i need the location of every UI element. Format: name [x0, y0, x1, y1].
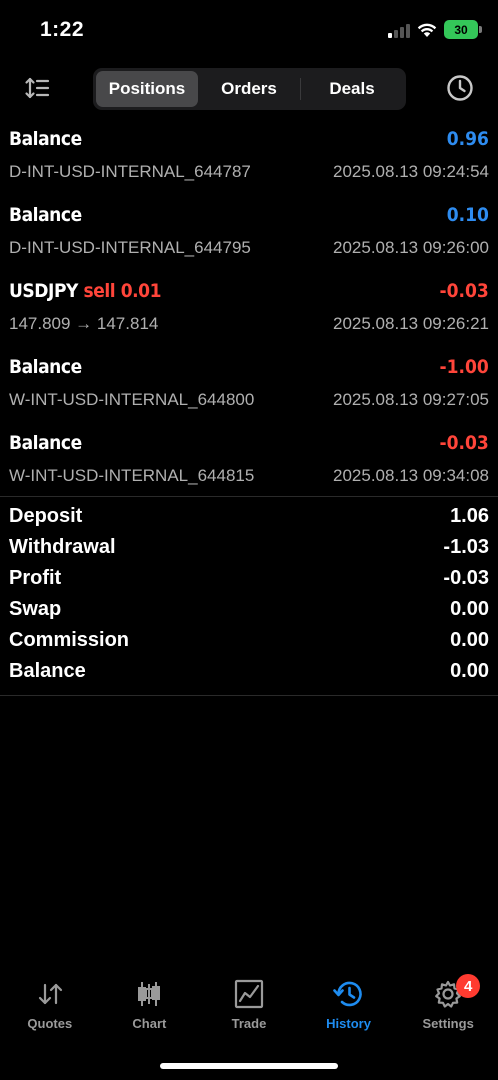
deal-row[interactable]: Balance -1.00 W-INT-USD-INTERNAL_644800 …: [0, 352, 498, 428]
clock-icon: [447, 75, 473, 101]
deal-title: USDJPY sell 0.01: [9, 280, 162, 302]
tab-deals[interactable]: Deals: [301, 71, 403, 107]
summary-label: Deposit: [9, 505, 83, 527]
sort-button[interactable]: [20, 72, 54, 104]
deal-time: 2025.08.13 09:26:00: [333, 238, 489, 257]
summary-row-commission: Commission 0.00: [0, 627, 498, 658]
deal-title: Balance: [9, 356, 82, 378]
sort-icon: [25, 77, 50, 99]
status-bar: 1:22 30: [0, 0, 498, 60]
period-button[interactable]: [444, 72, 476, 104]
tab-label: Trade: [231, 1016, 267, 1031]
battery-level: 30: [454, 22, 468, 37]
summary-value: 1.06: [450, 505, 489, 527]
history-header: Positions Orders Deals: [0, 66, 498, 110]
deal-amount: -1.00: [439, 356, 489, 378]
deal-prices: 147.809 → 147.814: [9, 314, 159, 333]
deal-row[interactable]: Balance 0.10 D-INT-USD-INTERNAL_644795 2…: [0, 200, 498, 276]
deal-amount: 0.96: [446, 128, 489, 150]
summary-label: Profit: [9, 567, 62, 589]
deal-row[interactable]: Balance 0.96 D-INT-USD-INTERNAL_644787 2…: [0, 124, 498, 200]
view-segmented-control: Positions Orders Deals: [93, 68, 406, 110]
summary-row-balance: Balance 0.00: [0, 658, 498, 689]
deal-amount: 0.10: [446, 204, 489, 226]
deal-time: 2025.08.13 09:26:21: [333, 314, 489, 333]
deal-type: sell 0.01: [83, 280, 162, 302]
deal-row[interactable]: Balance -0.03 W-INT-USD-INTERNAL_644815 …: [0, 428, 498, 504]
summary-row-profit: Profit -0.03: [0, 565, 498, 596]
tab-trade[interactable]: Trade: [199, 970, 299, 1040]
tab-positions[interactable]: Positions: [96, 71, 198, 107]
summary-section: Deposit 1.06 Withdrawal -1.03 Profit -0.…: [0, 503, 498, 689]
summary-row-deposit: Deposit 1.06: [0, 503, 498, 534]
tab-settings[interactable]: Settings 4: [398, 970, 498, 1040]
quotes-icon: [34, 978, 66, 1010]
summary-value: -0.03: [443, 567, 489, 589]
deal-comment: W-INT-USD-INTERNAL_644800: [9, 390, 255, 409]
bottom-tab-bar: Quotes Chart Trade History Settings 4: [0, 970, 498, 1040]
status-icons: 30: [388, 20, 482, 39]
history-icon: [332, 978, 365, 1010]
summary-value: -1.03: [443, 536, 489, 558]
summary-label: Commission: [9, 629, 130, 651]
tab-history[interactable]: History: [299, 970, 399, 1040]
deal-symbol: USDJPY: [9, 280, 78, 302]
deal-comment: W-INT-USD-INTERNAL_644815: [9, 466, 255, 485]
deal-amount: -0.03: [439, 280, 489, 302]
tab-label: Quotes: [27, 1016, 73, 1031]
summary-value: 0.00: [450, 660, 489, 682]
deal-comment: D-INT-USD-INTERNAL_644787: [9, 162, 251, 181]
chart-icon: [133, 978, 165, 1010]
deals-list: Balance 0.96 D-INT-USD-INTERNAL_644787 2…: [0, 124, 498, 504]
deal-title: Balance: [9, 204, 82, 226]
summary-label: Balance: [9, 660, 86, 682]
summary-label: Withdrawal: [9, 536, 116, 558]
tab-label: Chart: [132, 1016, 167, 1031]
summary-row-withdrawal: Withdrawal -1.03: [0, 534, 498, 565]
deal-amount: -0.03: [439, 432, 489, 454]
summary-value: 0.00: [450, 598, 489, 620]
status-time: 1:22: [40, 18, 85, 41]
summary-value: 0.00: [450, 629, 489, 651]
home-indicator: [160, 1063, 338, 1069]
tab-quotes[interactable]: Quotes: [0, 970, 100, 1040]
tab-chart[interactable]: Chart: [100, 970, 200, 1040]
notification-badge: 4: [456, 974, 481, 998]
tab-label: Settings: [422, 1016, 474, 1031]
summary-label: Swap: [9, 598, 62, 620]
deal-time: 2025.08.13 09:27:05: [333, 390, 489, 409]
summary-row-swap: Swap 0.00: [0, 596, 498, 627]
trade-icon: [233, 978, 265, 1010]
deal-comment: D-INT-USD-INTERNAL_644795: [9, 238, 251, 257]
deal-row[interactable]: USDJPY sell 0.01 -0.03 147.809 → 147.814…: [0, 276, 498, 352]
summary-divider-bottom: [0, 695, 498, 696]
summary-divider-top: [0, 496, 498, 497]
deal-time: 2025.08.13 09:34:08: [333, 466, 489, 485]
battery-icon: 30: [444, 20, 482, 39]
tab-label: History: [326, 1016, 371, 1031]
wifi-icon: [417, 23, 437, 37]
deal-time: 2025.08.13 09:24:54: [333, 162, 489, 181]
tab-orders[interactable]: Orders: [198, 71, 300, 107]
deal-title: Balance: [9, 128, 82, 150]
cellular-signal-icon: [388, 22, 410, 38]
deal-title: Balance: [9, 432, 82, 454]
